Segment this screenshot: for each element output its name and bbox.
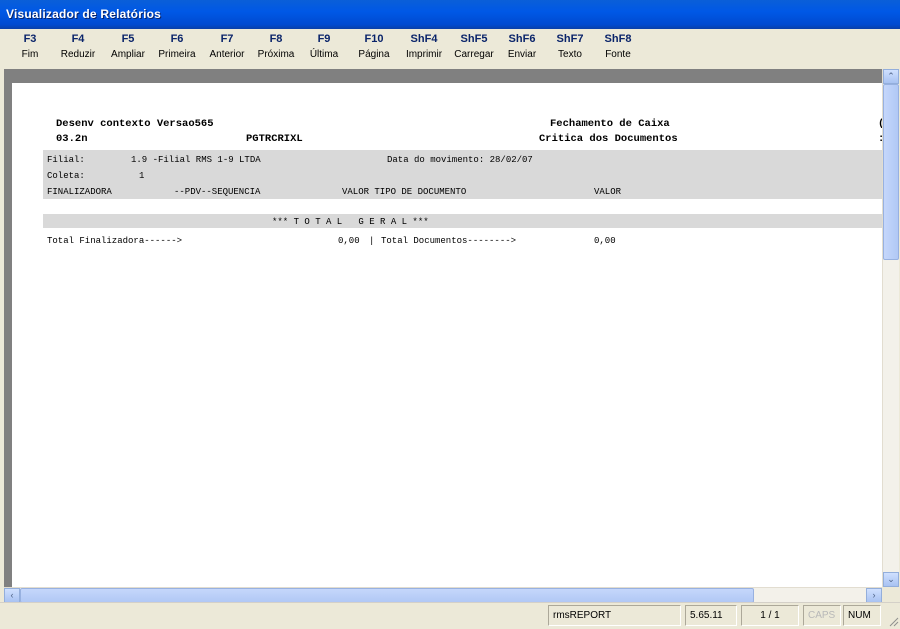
- total-geral-heading: *** T O T A L G E R A L ***: [272, 217, 429, 227]
- report-page: Desenv contexto Versao565 Fechamento de …: [12, 83, 882, 587]
- vertical-scroll-thumb[interactable]: [883, 84, 899, 260]
- scroll-up-icon[interactable]: ⌃: [883, 69, 899, 84]
- shortcut-key: F3: [23, 33, 37, 45]
- report-header-left: Desenv contexto Versao565: [56, 118, 214, 130]
- status-version: 5.65.11: [685, 605, 737, 626]
- toolbar-button-reduzir[interactable]: F4 Reduzir: [56, 32, 100, 66]
- total-separator: |: [369, 236, 375, 246]
- toolbar-button-carregar[interactable]: ShF5 Carregar: [450, 32, 498, 66]
- title-bar: Visualizador de Relatórios: [0, 0, 900, 29]
- total-band: [43, 214, 882, 228]
- total-finalizadora-value: 0,00: [338, 236, 360, 246]
- shortcut-key: ShF5: [460, 33, 488, 45]
- shortcut-key: F9: [317, 33, 331, 45]
- scrollbar-corner: [882, 587, 898, 602]
- total-documentos-label: Total Documentos-------->: [381, 236, 517, 246]
- data-movimento: Data do movimento: 28/02/07: [387, 155, 533, 165]
- column-header-finalizadora: FINALIZADORA: [47, 187, 112, 197]
- coleta-label: Coleta:: [47, 171, 85, 181]
- window-title: Visualizador de Relatórios: [6, 7, 162, 21]
- toolbar-button-primeira[interactable]: F6 Primeira: [154, 32, 200, 66]
- button-label: Fim: [21, 49, 39, 60]
- shortcut-key: ShF6: [508, 33, 536, 45]
- shortcut-key: F7: [220, 33, 234, 45]
- total-documentos-value: 0,00: [594, 236, 616, 246]
- total-finalizadora-label: Total Finalizadora------>: [47, 236, 183, 246]
- resize-grip-icon[interactable]: [887, 615, 899, 627]
- report-program: PGTRCRIXL: [246, 133, 303, 145]
- button-label: Texto: [558, 49, 582, 60]
- button-label: Imprimir: [405, 49, 443, 60]
- status-caps-indicator: CAPS: [803, 605, 841, 626]
- shortcut-key: ShF7: [556, 33, 584, 45]
- toolbar-button-fonte[interactable]: ShF8 Fonte: [598, 32, 638, 66]
- button-label: Enviar: [507, 49, 537, 60]
- shortcut-key: F4: [71, 33, 85, 45]
- coleta-value: 1: [139, 171, 145, 181]
- horizontal-scrollbar[interactable]: ‹ ›: [4, 587, 882, 603]
- shortcut-key: F8: [269, 33, 283, 45]
- toolbar-button-pagina[interactable]: F10 Página: [352, 32, 396, 66]
- vertical-scrollbar[interactable]: ⌃ ⌄: [882, 69, 899, 587]
- report-viewer: Desenv contexto Versao565 Fechamento de …: [4, 69, 882, 587]
- report-code: 03.2n: [56, 133, 88, 145]
- button-label: Ampliar: [111, 49, 145, 60]
- button-label: Última: [309, 49, 339, 60]
- report-subtitle: Critica dos Documentos: [539, 133, 678, 145]
- toolbar-button-ampliar[interactable]: F5 Ampliar: [106, 32, 150, 66]
- button-label: Primeira: [158, 49, 196, 60]
- shortcut-key: ShF8: [604, 33, 632, 45]
- toolbar: F3 Fim F4 Reduzir F5 Ampliar F6 Primeira F7 A…: [0, 29, 900, 69]
- button-label: Fonte: [605, 49, 631, 60]
- scroll-left-icon[interactable]: ‹: [4, 588, 20, 603]
- toolbar-button-anterior[interactable]: F7 Anterior: [204, 32, 250, 66]
- scroll-right-icon[interactable]: ›: [866, 588, 882, 603]
- shortcut-key: F6: [170, 33, 184, 45]
- toolbar-button-fim[interactable]: F3 Fim: [14, 32, 46, 66]
- toolbar-button-enviar[interactable]: ShF6 Enviar: [502, 32, 542, 66]
- column-header-valor: VALOR: [594, 187, 622, 197]
- status-num-indicator: NUM: [843, 605, 881, 626]
- filial-label: Filial:: [47, 155, 85, 165]
- filial-value: 1.9 -Filial RMS 1-9 LTDA: [131, 155, 261, 165]
- shortcut-key: ShF4: [410, 33, 438, 45]
- column-header-valor-tipo: VALOR TIPO DE DOCUMENTO: [342, 187, 467, 197]
- toolbar-button-proxima[interactable]: F8 Próxima: [254, 32, 298, 66]
- report-title: Fechamento de Caixa: [550, 118, 670, 130]
- toolbar-button-imprimir[interactable]: ShF4 Imprimir: [400, 32, 448, 66]
- column-header-pdv: --PDV--SEQUENCIA: [174, 187, 261, 197]
- button-label: Próxima: [257, 49, 295, 60]
- button-label: Página: [358, 49, 390, 60]
- scroll-down-icon[interactable]: ⌄: [883, 572, 899, 587]
- button-label: Anterior: [209, 49, 245, 60]
- button-label: Reduzir: [60, 49, 96, 60]
- toolbar-button-texto[interactable]: ShF7 Texto: [550, 32, 590, 66]
- shortcut-key: F10: [364, 33, 384, 45]
- horizontal-scroll-thumb[interactable]: [20, 588, 754, 603]
- status-app-name: rmsREPORT: [548, 605, 681, 626]
- shortcut-key: F5: [121, 33, 135, 45]
- toolbar-button-ultima[interactable]: F9 Última: [304, 32, 344, 66]
- button-label: Carregar: [454, 49, 494, 60]
- status-bar: rmsREPORT 5.65.11 1 / 1 CAPS NUM: [0, 602, 900, 629]
- status-page-indicator: 1 / 1: [741, 605, 799, 626]
